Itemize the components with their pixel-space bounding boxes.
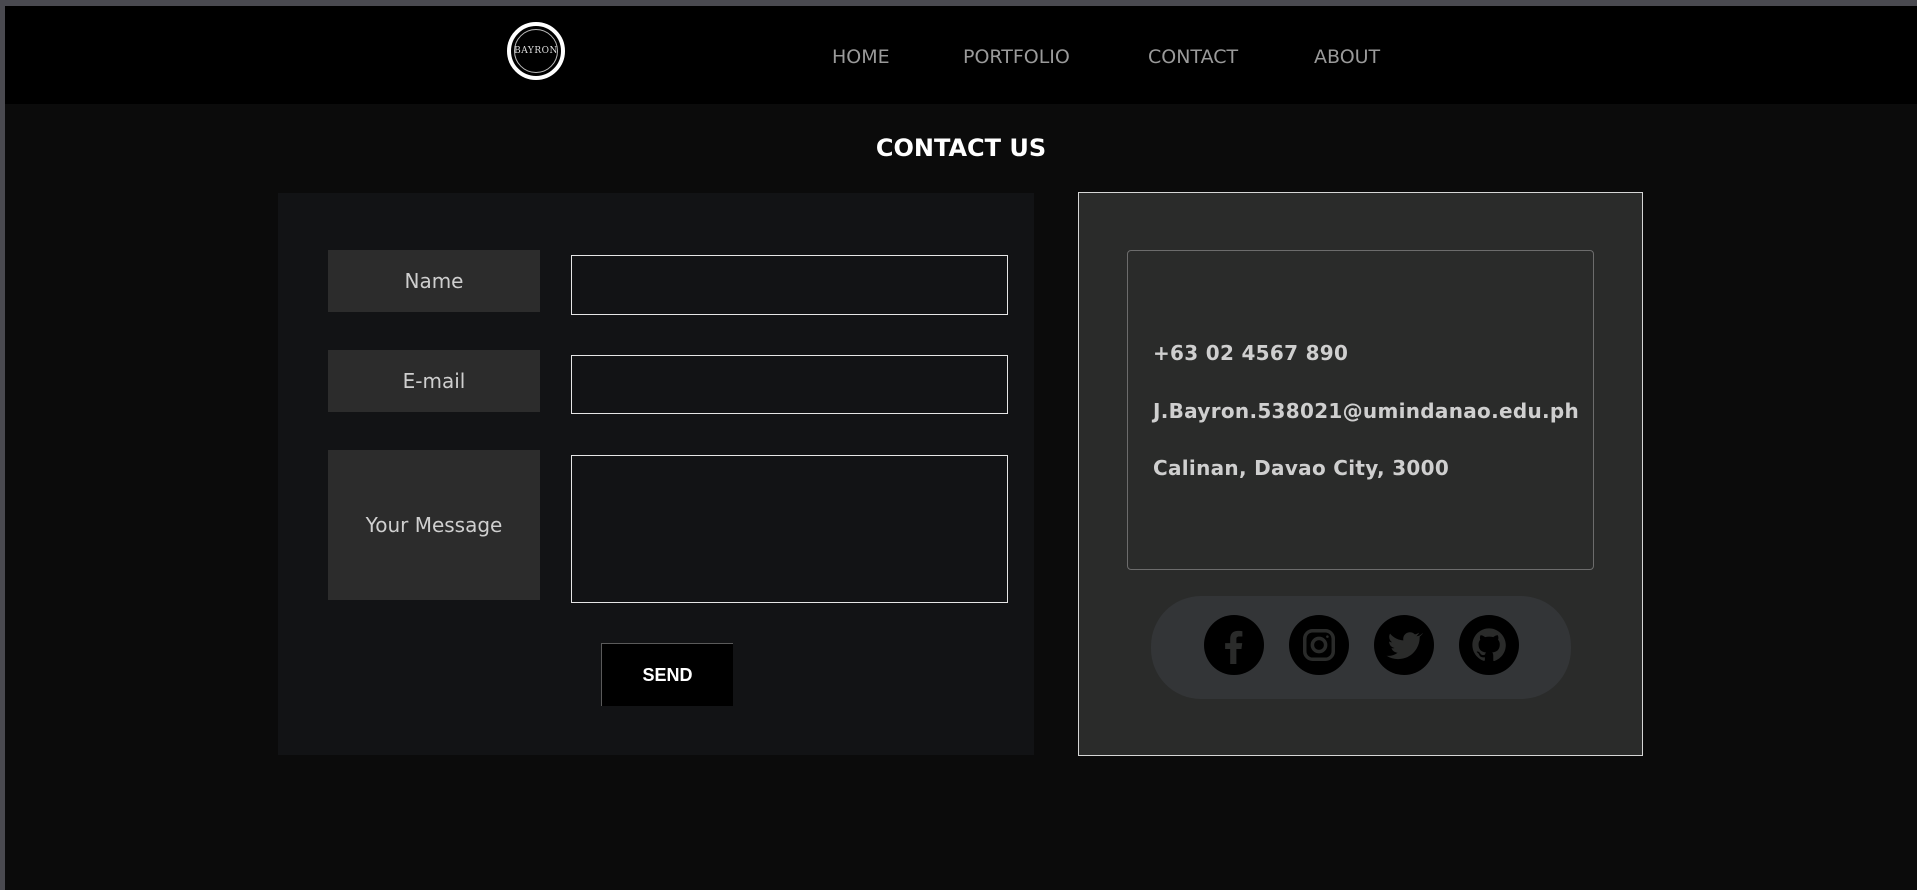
phone-number: +63 02 4567 890 — [1153, 341, 1349, 365]
page-title: CONTACT US — [875, 134, 1047, 162]
github-icon[interactable] — [1459, 615, 1519, 675]
social-links — [1151, 596, 1571, 699]
nav-portfolio[interactable]: PORTFOLIO — [963, 46, 1070, 68]
instagram-icon[interactable] — [1289, 615, 1349, 675]
nav-contact[interactable]: CONTACT — [1148, 46, 1238, 68]
name-field[interactable] — [571, 255, 1008, 315]
name-label: Name — [328, 250, 540, 312]
message-label: Your Message — [328, 450, 540, 600]
email-field[interactable] — [571, 355, 1008, 414]
contact-info-box: +63 02 4567 890 J.Bayron.538021@umindana… — [1127, 250, 1594, 570]
page-frame: BAYRON HOME PORTFOLIO CONTACT ABOUT CONT… — [5, 6, 1917, 890]
logo[interactable]: BAYRON — [507, 22, 565, 80]
contact-form: Name E-mail Your Message SEND — [278, 193, 1034, 755]
email-label: E-mail — [328, 350, 540, 412]
twitter-icon[interactable] — [1374, 615, 1434, 675]
send-button[interactable]: SEND — [601, 643, 733, 706]
nav-about[interactable]: ABOUT — [1314, 46, 1380, 68]
postal-address: Calinan, Davao City, 3000 — [1153, 456, 1450, 480]
facebook-icon[interactable] — [1204, 615, 1264, 675]
contact-info-panel: +63 02 4567 890 J.Bayron.538021@umindana… — [1078, 192, 1643, 756]
logo-text: BAYRON — [514, 46, 558, 56]
email-address[interactable]: J.Bayron.538021@umindanao.edu.ph — [1153, 399, 1579, 423]
message-field[interactable] — [571, 455, 1008, 603]
top-navigation-bar: BAYRON HOME PORTFOLIO CONTACT ABOUT — [5, 6, 1917, 104]
nav-home[interactable]: HOME — [832, 46, 890, 68]
